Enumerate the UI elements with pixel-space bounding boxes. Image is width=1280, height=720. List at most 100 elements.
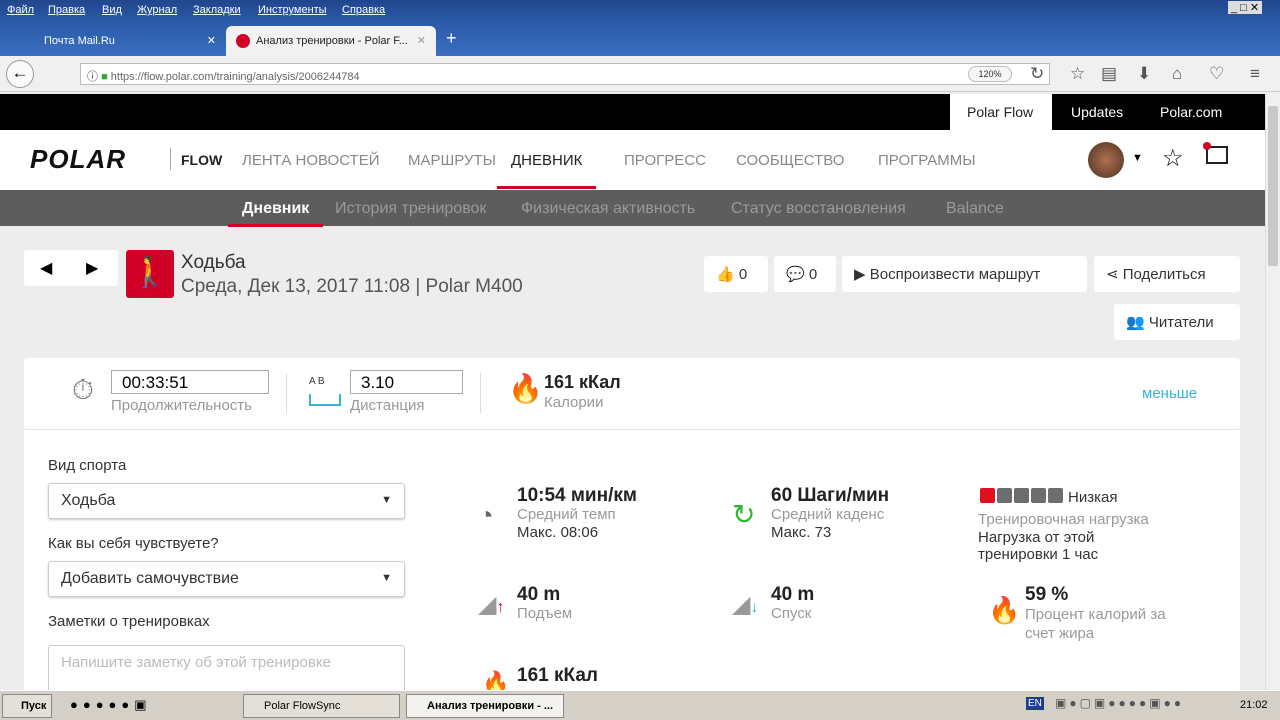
replay-route-button[interactable]: ▶ Воспроизвести маршрут xyxy=(842,256,1087,292)
start-button[interactable]: Пуск xyxy=(2,694,52,718)
back-button[interactable]: ← xyxy=(6,60,34,88)
url-input[interactable]: ⓘ ■ https://flow.polar.com/training/anal… xyxy=(80,63,1050,85)
replay-label: Воспроизвести маршрут xyxy=(869,266,1041,283)
cadence-value: 60 Шаги/мин xyxy=(771,485,890,506)
messages-icon[interactable] xyxy=(1203,142,1228,164)
menu-help[interactable]: Справка xyxy=(342,4,385,16)
feeling-select[interactable]: Добавить самочувствие ▼ xyxy=(48,561,405,597)
nav-news[interactable]: ЛЕНТА НОВОСТЕЙ xyxy=(242,152,379,169)
load-segment xyxy=(1048,488,1063,503)
load-segment xyxy=(980,488,995,503)
next-arrow-icon[interactable]: ▶ xyxy=(86,258,98,278)
avatar[interactable] xyxy=(1088,142,1124,178)
menu-file[interactable]: Файл xyxy=(7,4,34,16)
new-tab-button[interactable]: + xyxy=(446,28,457,49)
tab-mail[interactable]: Почта Mail.Ru ✕ xyxy=(16,26,226,56)
zoom-level[interactable]: 120% xyxy=(968,66,1012,82)
followers-button[interactable]: 👥 Читатели xyxy=(1114,304,1240,340)
distance-value: 3.10 xyxy=(350,370,463,394)
menu-bookmarks[interactable]: Закладки xyxy=(193,4,241,16)
subnav-diary[interactable]: Дневник xyxy=(228,200,324,227)
comment-icon: 💬 xyxy=(786,266,805,283)
chevron-down-icon: ▼ xyxy=(381,494,392,506)
pocket-icon[interactable]: ♡ xyxy=(1209,64,1224,84)
ruler-icon xyxy=(309,394,341,406)
tab-polar[interactable]: Анализ тренировки - Polar F... ✕ xyxy=(226,26,436,56)
cadence-max: Макс. 73 xyxy=(771,524,832,541)
like-count: 0 xyxy=(738,266,748,283)
nav-progress[interactable]: ПРОГРЕСС xyxy=(624,152,706,169)
thumbs-up-icon: 👍 xyxy=(716,266,735,283)
prev-arrow-icon[interactable]: ◀ xyxy=(40,258,52,278)
scrollbar-thumb[interactable] xyxy=(1268,106,1278,266)
followers-label: Читатели xyxy=(1148,314,1214,331)
load-level: Низкая xyxy=(1068,489,1118,506)
menu-icon[interactable]: ≡ xyxy=(1250,64,1260,84)
topbar-updates[interactable]: Updates xyxy=(1054,94,1140,130)
less-link[interactable]: меньше xyxy=(1142,385,1197,402)
chevron-down-icon[interactable]: ▼ xyxy=(1132,152,1143,164)
topbar-polar-com[interactable]: Polar.com xyxy=(1143,94,1239,130)
duration-label: Продолжительность xyxy=(111,397,252,414)
nav-community[interactable]: СООБЩЕСТВО xyxy=(736,152,844,169)
tray-icons[interactable]: ▣●▢▣●●●●▣●● xyxy=(1055,696,1184,710)
nav-diary[interactable]: ДНЕВНИК xyxy=(497,152,597,189)
notes-label: Заметки о тренировках xyxy=(48,613,210,630)
load-segment xyxy=(1014,488,1029,503)
polar-top-bar: Polar Flow Updates Polar.com xyxy=(0,94,1265,130)
subnav-recovery[interactable]: Статус восстановления xyxy=(731,200,906,218)
subnav-activity[interactable]: Физическая активность xyxy=(521,200,695,218)
reload-icon[interactable]: ↻ xyxy=(1030,64,1044,84)
nav-programs[interactable]: ПРОГРАММЫ xyxy=(878,152,976,169)
reading-list-icon[interactable]: ▤ xyxy=(1101,64,1117,84)
ascent-icon: ◢↑ xyxy=(478,591,505,618)
flow-label: FLOW xyxy=(170,148,222,170)
share-button[interactable]: ⋖ Поделиться xyxy=(1094,256,1240,292)
comment-count: 0 xyxy=(808,266,818,283)
cadence-icon: ↻ xyxy=(732,499,756,530)
task-flowsync[interactable]: Polar FlowSync xyxy=(243,694,400,718)
polar-logo[interactable]: POLAR xyxy=(30,144,126,175)
tab-bar: Почта Mail.Ru ✕ Анализ тренировки - Polar… xyxy=(0,22,1280,56)
nav-routes[interactable]: МАРШРУТЫ xyxy=(408,152,496,169)
bookmark-star-icon[interactable]: ☆ xyxy=(1070,64,1085,84)
subnav-history[interactable]: История тренировок xyxy=(335,200,486,218)
scrollbar[interactable] xyxy=(1265,94,1280,690)
comment-button[interactable]: 💬 0 xyxy=(774,256,836,292)
menu-view[interactable]: Вид xyxy=(102,4,122,16)
topbar-polar-flow[interactable]: Polar Flow xyxy=(950,94,1052,130)
fat-label: Процент калорий за счет жира xyxy=(1025,606,1166,642)
load-segment xyxy=(997,488,1012,503)
menu-tools[interactable]: Инструменты xyxy=(258,4,327,16)
menu-history[interactable]: Журнал xyxy=(137,4,177,16)
language-indicator[interactable]: EN xyxy=(1026,697,1044,710)
session-date: Среда, Дек 13, 2017 11:08 | Polar M400 xyxy=(181,276,523,297)
flame-icon: 🔥 xyxy=(988,595,1021,625)
sport-value: Ходьба xyxy=(61,492,116,509)
close-icon[interactable]: ✕ xyxy=(207,34,216,47)
favorites-star-icon[interactable]: ☆ xyxy=(1162,144,1184,173)
info-icon[interactable]: ⓘ xyxy=(87,71,98,83)
window-controls[interactable]: _ □ ✕ xyxy=(1228,1,1263,14)
pace-value: 10:54 мин/км xyxy=(517,485,637,506)
kcal-value: 161 кКал xyxy=(517,665,598,686)
close-icon[interactable]: ✕ xyxy=(417,34,426,47)
fat-value: 59 % xyxy=(1025,584,1069,605)
stopwatch-icon: ⏱ xyxy=(72,374,94,405)
download-icon[interactable]: ⬇ xyxy=(1137,64,1151,84)
descent-icon: ◢↓ xyxy=(732,591,759,618)
subnav-balance[interactable]: Balance xyxy=(946,200,1004,218)
menu-edit[interactable]: Правка xyxy=(48,4,85,16)
feeling-value: Добавить самочувствие xyxy=(61,570,239,587)
polar-favicon-icon xyxy=(236,34,250,48)
taskbar: Пуск ●●●●●▣ Polar FlowSync Анализ тренир… xyxy=(0,690,1280,720)
quick-launch-icons[interactable]: ●●●●●▣ xyxy=(70,697,152,713)
training-load-bar xyxy=(980,488,1063,503)
sport-select[interactable]: Ходьба ▼ xyxy=(48,483,405,519)
like-button[interactable]: 👍 0 xyxy=(704,256,768,292)
tab-label: Почта Mail.Ru xyxy=(44,35,115,47)
task-firefox[interactable]: Анализ тренировки - ... xyxy=(406,694,564,718)
main-nav: POLAR FLOW ЛЕНТА НОВОСТЕЙ МАРШРУТЫ ДНЕВН… xyxy=(0,130,1265,190)
home-icon[interactable]: ⌂ xyxy=(1172,64,1182,84)
duration-value: 00:33:51 xyxy=(111,370,269,394)
